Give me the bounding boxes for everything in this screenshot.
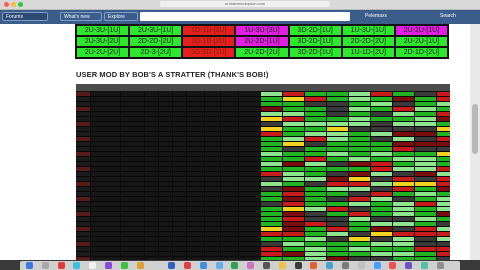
dock-app-icon[interactable] xyxy=(421,262,428,269)
site-search-input[interactable] xyxy=(140,12,350,21)
dock-app-icon[interactable] xyxy=(357,262,365,269)
dock-app-icon[interactable] xyxy=(26,262,33,269)
site-navbar: Forums What's new Explore Pelemaxx Searc… xyxy=(0,10,480,24)
user-menu[interactable]: Pelemaxx xyxy=(365,12,387,21)
dock-app-icon[interactable] xyxy=(231,262,239,269)
stock-screener-screenshot xyxy=(76,84,450,260)
dock-app-icon[interactable] xyxy=(436,262,444,269)
dock-app-icon[interactable] xyxy=(326,262,334,269)
dock-app-icon[interactable] xyxy=(342,262,349,269)
scroll-thumb[interactable] xyxy=(472,104,478,154)
pattern-cell: 2U-2D-[1U] xyxy=(234,35,290,48)
dock-app-icon[interactable] xyxy=(89,262,97,269)
dock-app-icon[interactable] xyxy=(168,262,176,269)
nav-whats-new-label: What's new xyxy=(64,14,90,20)
nav-explore-label: Explore xyxy=(108,14,125,20)
screener-grid xyxy=(76,92,450,260)
page-scrollbar[interactable] xyxy=(470,24,480,260)
dock-app-icon[interactable] xyxy=(263,262,270,269)
pattern-cell: 1D-1D-[3U] xyxy=(181,24,237,37)
pattern-row: 2U-2U-[2U] 2D-3-[2U] 3D-2D-[2U] 2U-2D-[2U] 3… xyxy=(74,46,450,59)
pattern-cell: 1D-1D-[2U] xyxy=(181,35,237,48)
dock-app-icon[interactable] xyxy=(278,262,286,269)
minimize-window-icon[interactable] xyxy=(11,2,16,7)
pattern-cell: 2U-3U-[1U] xyxy=(128,24,184,37)
pattern-cell: 2U-2U-[1U] xyxy=(393,24,450,37)
dock-app-icon[interactable] xyxy=(215,262,223,269)
zoom-window-icon[interactable] xyxy=(18,2,23,7)
screener-header xyxy=(76,84,450,91)
nav-forums[interactable]: Forums xyxy=(2,12,48,21)
dock-app-icon[interactable] xyxy=(41,262,49,269)
pattern-cell: 2D-2D-[2U] xyxy=(128,35,184,48)
pattern-cell: 2U-2U-[2U] xyxy=(74,46,131,59)
dock-shelf xyxy=(20,261,460,270)
address-bar[interactable]: ai.statrmindoption.com xyxy=(160,1,330,7)
dock-app-icon[interactable] xyxy=(120,262,128,269)
pattern-cell: 2U-2U-[1U] xyxy=(393,35,450,48)
nav-forums-label: Forums xyxy=(6,14,23,20)
dock-app-icon[interactable] xyxy=(73,262,81,269)
close-window-icon[interactable] xyxy=(4,2,9,7)
dock-app-icon[interactable] xyxy=(247,262,255,269)
dock-app-icon[interactable] xyxy=(184,262,191,269)
dock-app-icon[interactable] xyxy=(199,262,207,269)
dock-app-icon[interactable] xyxy=(57,262,65,269)
pattern-row: 2U-3U-[2U] 2D-2D-[2U] 1D-1D-[2U] 2U-2D-[1U]… xyxy=(74,35,450,48)
pattern-cell: 2D-3-[2U] xyxy=(128,46,184,59)
pattern-cell: 2D-2D-[2U] xyxy=(340,35,396,48)
pattern-cell: 1U-1D-[2U] xyxy=(340,46,396,59)
dock-app-icon[interactable] xyxy=(105,262,112,269)
search-link[interactable]: Search xyxy=(440,12,456,21)
pattern-cell: 3D-2D-[1U] xyxy=(287,35,343,48)
macos-dock xyxy=(0,260,480,270)
page-content: 2U-3U-[1U] 2U-3U-[1U] 1D-1D-[3U] 1U-3U-[3U]… xyxy=(0,24,470,260)
nav-explore[interactable]: Explore xyxy=(104,12,138,21)
pattern-cell: 1U-3U-[1U] xyxy=(340,24,396,37)
pattern-cell: 3D-2D-[1U] xyxy=(287,24,343,37)
dock-app-icon[interactable] xyxy=(389,262,397,269)
pattern-row: 2U-3U-[1U] 2U-3U-[1U] 1D-1D-[3U] 1U-3U-[3U]… xyxy=(74,24,450,37)
dock-app-icon[interactable] xyxy=(136,262,144,269)
dock-app-icon[interactable] xyxy=(310,262,318,269)
pattern-cell: 3D-2D-[1U] xyxy=(287,46,343,59)
post-heading: USER MOD BY BOB'S A STRATTER (THANK'S BO… xyxy=(76,70,269,79)
dock-app-icon[interactable] xyxy=(405,262,413,269)
pattern-table: 2U-3U-[1U] 2U-3U-[1U] 1D-1D-[3U] 1U-3U-[3U]… xyxy=(74,24,450,59)
nav-whats-new[interactable]: What's new xyxy=(60,12,102,21)
pattern-cell: 3D-2D-[2U] xyxy=(181,46,237,59)
pattern-cell: 2U-3U-[1U] xyxy=(74,24,131,37)
dock-app-icon[interactable] xyxy=(152,262,160,269)
pattern-cell: 2D-1D-[2U] xyxy=(393,46,450,59)
pattern-cell: 2U-2D-[2U] xyxy=(234,46,290,59)
pattern-cell: 2U-3U-[2U] xyxy=(74,35,131,48)
dock-app-icon[interactable] xyxy=(294,262,302,269)
dock-app-icon[interactable] xyxy=(373,262,381,269)
pattern-cell: 1U-3U-[3U] xyxy=(234,24,290,37)
browser-titlebar: ai.statrmindoption.com xyxy=(0,0,480,10)
